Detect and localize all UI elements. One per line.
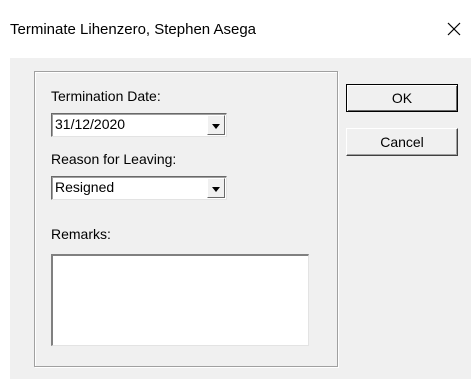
remarks-textarea[interactable] — [51, 254, 309, 346]
reason-dropdown-button[interactable] — [207, 178, 225, 198]
reason-for-leaving-value: Resigned — [55, 179, 115, 195]
termination-date-dropdown-button[interactable] — [207, 115, 225, 135]
dialog-body: Termination Date: 31/12/2020 Reason for … — [10, 58, 471, 379]
remarks-label: Remarks: — [51, 226, 111, 242]
chevron-down-icon — [212, 116, 220, 134]
close-icon — [447, 22, 461, 36]
cancel-button[interactable]: Cancel — [346, 128, 458, 156]
title-bar[interactable]: Terminate Lihenzero, Stephen Asega — [0, 0, 471, 58]
chevron-down-icon — [212, 179, 220, 197]
termination-date-picker[interactable]: 31/12/2020 — [51, 113, 227, 137]
termination-group-box: Termination Date: 31/12/2020 Reason for … — [34, 71, 338, 367]
termination-date-value: 31/12/2020 — [55, 116, 126, 132]
terminate-dialog: Terminate Lihenzero, Stephen Asega Termi… — [0, 0, 471, 379]
reason-for-leaving-select[interactable]: Resigned — [51, 176, 227, 200]
ok-button[interactable]: OK — [346, 84, 458, 112]
reason-for-leaving-label: Reason for Leaving: — [51, 151, 177, 167]
termination-date-label: Termination Date: — [51, 88, 161, 104]
window-title: Terminate Lihenzero, Stephen Asega — [10, 21, 256, 38]
close-button[interactable] — [437, 10, 471, 48]
